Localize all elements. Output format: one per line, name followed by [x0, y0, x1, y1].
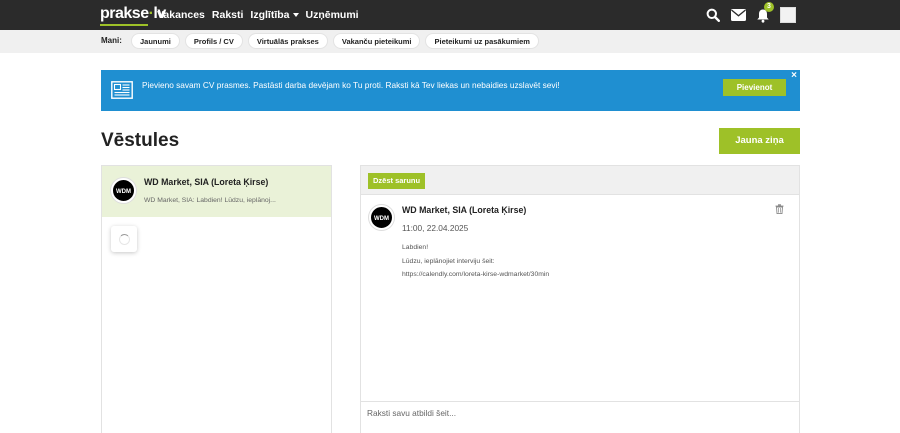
nav-raksti[interactable]: Raksti: [212, 9, 244, 21]
pill-pieteikumi-pasakumiem[interactable]: Pieteikumi uz pasākumiem: [425, 33, 539, 49]
divider: [361, 401, 799, 402]
message-body: Labdien! Lūdzu, ieplānojiet interviju še…: [402, 241, 549, 282]
bell-icon[interactable]: 3: [755, 2, 774, 23]
pill-profils-cv[interactable]: Profils / CV: [184, 33, 243, 49]
nav-label: Izglītība: [250, 9, 290, 21]
company-logo: WDM: [369, 205, 394, 230]
nav-label: Raksti: [211, 9, 244, 21]
delete-conversation-button[interactable]: Dzēst sarunu: [368, 173, 426, 189]
user-tools: 3: [705, 0, 796, 30]
loading-spinner: [111, 226, 137, 252]
message-line: Lūdzu, ieplānojiet interviju šeit:: [402, 257, 495, 265]
message-sender: WD Market, SIA (Loreta Ķirse): [402, 205, 527, 215]
message-line: Labdien!: [402, 244, 429, 251]
message-timestamp: 11:00, 22.04.2025: [402, 223, 469, 233]
mail-icon[interactable]: [730, 7, 746, 23]
new-message-button[interactable]: Jauna ziņa: [719, 128, 800, 154]
nav-label: Uzņēmumi: [305, 9, 359, 21]
trash-icon[interactable]: [775, 204, 784, 214]
notification-badge: 3: [764, 2, 774, 12]
site-logo[interactable]: prakse·lv: [100, 4, 166, 26]
mani-label: Mani:: [101, 36, 122, 45]
pill-vakancu-pieteikumi[interactable]: Vakanču pieteikumi: [332, 33, 421, 49]
spinner-icon: [118, 233, 130, 245]
conversation-name: WD Market, SIA (Loreta Ķirse): [144, 177, 269, 187]
newspaper-icon: [111, 81, 133, 99]
nav-label: Vakances: [157, 9, 205, 21]
page-title: Vēstules: [101, 130, 180, 151]
message-thread: Dzēst sarunu WDM WD Market, SIA (Loreta …: [360, 165, 800, 433]
sub-navbar: Mani: Jaunumi Profils / CV Virtuālās pra…: [0, 30, 900, 53]
company-logo: WDM: [111, 178, 136, 203]
pill-virtualas-prakses[interactable]: Virtuālās prakses: [247, 33, 328, 49]
conversation-list: WDM WD Market, SIA (Loreta Ķirse) WD Mar…: [101, 165, 332, 433]
search-icon[interactable]: [705, 7, 721, 23]
nav-vakances[interactable]: Vakances: [157, 9, 205, 21]
reply-input[interactable]: Raksti savu atbildi šeit...: [367, 408, 456, 418]
nav-uznemumi[interactable]: Uzņēmumi: [306, 9, 359, 21]
close-icon[interactable]: ×: [791, 71, 797, 81]
cv-skills-banner: Pievieno savam CV prasmes. Pastāsti darb…: [101, 70, 800, 111]
thread-header: Dzēst sarunu: [361, 166, 799, 195]
caret-down-icon: [292, 13, 299, 17]
add-skills-button[interactable]: Pievienot: [723, 79, 786, 96]
message-link[interactable]: https://calendly.com/loreta-kirse-wdmark…: [402, 268, 549, 282]
conversation-preview: WD Market, SIA: Labdien! Lūdzu, ieplānoj…: [144, 197, 276, 204]
top-navbar: prakse·lv Vakances Raksti Izglītība Uzņē…: [0, 0, 900, 30]
pill-jaunumi[interactable]: Jaunumi: [131, 33, 180, 49]
main-nav: Vakances Raksti Izglītība Uzņēmumi: [157, 0, 359, 30]
nav-izglitiba[interactable]: Izglītība: [250, 9, 299, 21]
sub-nav-pills: Jaunumi Profils / CV Virtuālās prakses V…: [131, 33, 539, 49]
list-item[interactable]: WDM WD Market, SIA (Loreta Ķirse) WD Mar…: [102, 166, 331, 217]
banner-text: Pievieno savam CV prasmes. Pastāsti darb…: [142, 80, 560, 90]
logo-main: prakse: [100, 5, 149, 22]
avatar[interactable]: [780, 7, 796, 23]
